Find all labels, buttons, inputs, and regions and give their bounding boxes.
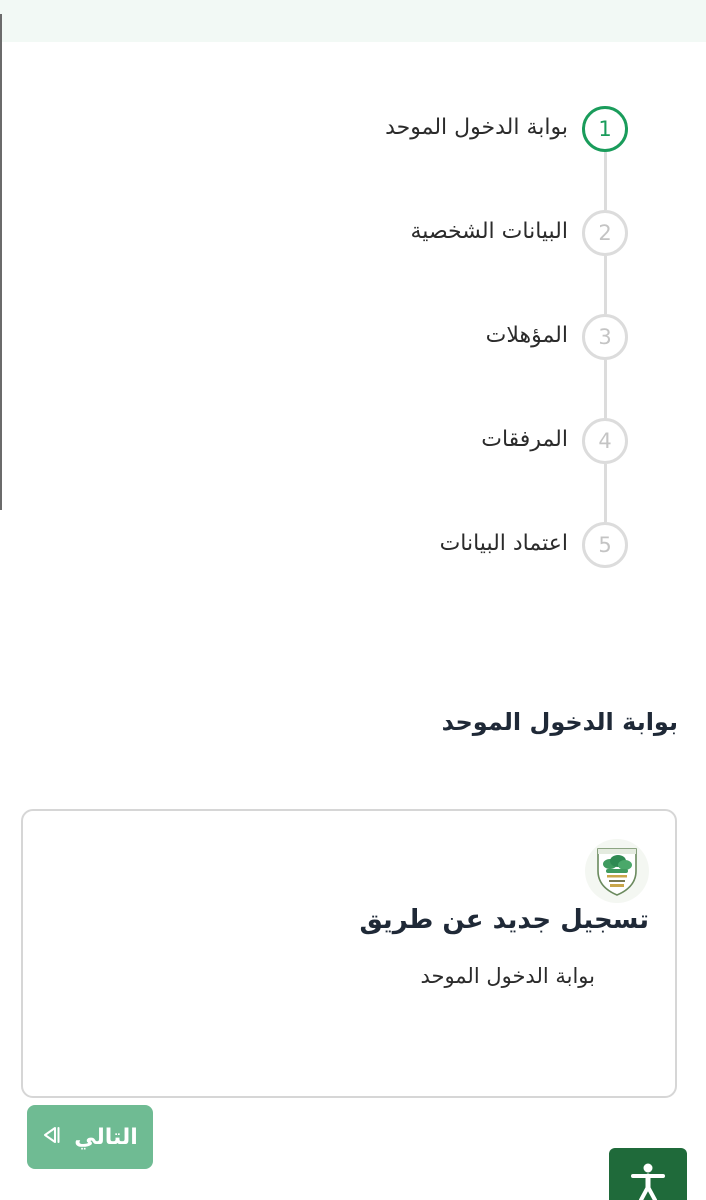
step-4[interactable]: 4 المرفقات bbox=[28, 418, 628, 522]
step-2-label: البيانات الشخصية bbox=[410, 219, 568, 244]
page: 1 بوابة الدخول الموحد 2 البيانات الشخصية… bbox=[0, 0, 706, 1200]
step-connector bbox=[604, 256, 607, 314]
top-header-strip bbox=[0, 0, 706, 42]
card-subtext: بوابة الدخول الموحد bbox=[420, 964, 595, 988]
next-button-label: التالي bbox=[74, 1124, 138, 1150]
step-2[interactable]: 2 البيانات الشخصية bbox=[28, 210, 628, 314]
step-4-label: المرفقات bbox=[481, 427, 568, 452]
step-connector bbox=[604, 152, 607, 210]
unified-login-option-card[interactable]: تسجيل جديد عن طريق بوابة الدخول الموحد bbox=[21, 809, 677, 1098]
step-3[interactable]: 3 المؤهلات bbox=[28, 314, 628, 418]
step-5[interactable]: 5 اعتماد البيانات bbox=[28, 522, 628, 626]
step-5-label: اعتماد البيانات bbox=[439, 531, 568, 556]
unified-login-logo-icon bbox=[585, 839, 649, 903]
step-connector bbox=[604, 360, 607, 418]
step-4-circle: 4 bbox=[582, 418, 628, 464]
step-1[interactable]: 1 بوابة الدخول الموحد bbox=[28, 106, 628, 210]
step-2-circle: 2 bbox=[582, 210, 628, 256]
card-heading: تسجيل جديد عن طريق bbox=[359, 905, 650, 935]
step-1-circle: 1 bbox=[582, 106, 628, 152]
step-5-circle: 5 bbox=[582, 522, 628, 568]
section-title: بوابة الدخول الموحد bbox=[441, 708, 678, 736]
left-edge-divider bbox=[0, 14, 2, 510]
next-button[interactable]: التالي bbox=[27, 1105, 153, 1169]
step-connector bbox=[604, 464, 607, 522]
step-3-label: المؤهلات bbox=[485, 323, 568, 348]
skip-next-icon bbox=[42, 1125, 62, 1150]
accessibility-icon bbox=[628, 1162, 668, 1200]
step-3-circle: 3 bbox=[582, 314, 628, 360]
accessibility-button[interactable] bbox=[609, 1148, 687, 1200]
step-1-label: بوابة الدخول الموحد bbox=[385, 115, 568, 140]
registration-stepper: 1 بوابة الدخول الموحد 2 البيانات الشخصية… bbox=[28, 106, 628, 626]
